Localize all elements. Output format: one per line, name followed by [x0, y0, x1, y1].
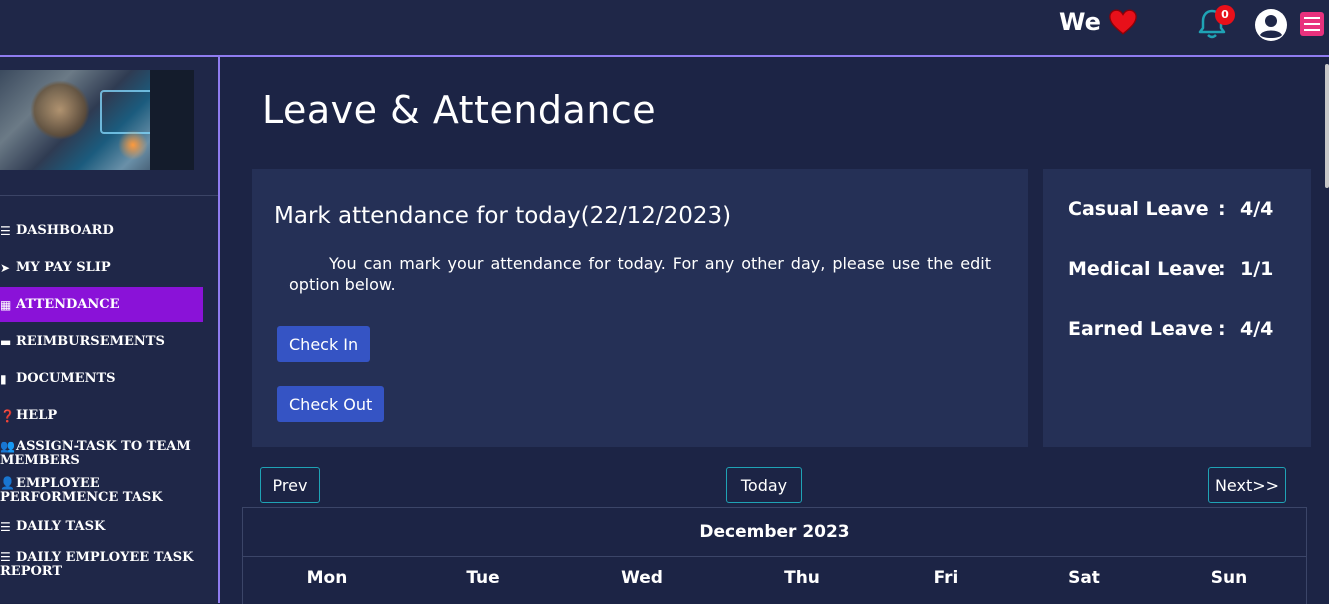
sidebar-item-label: DASHBOARD	[16, 223, 114, 238]
leave-label: Casual Leave	[1068, 198, 1209, 220]
brand: We	[1059, 8, 1137, 36]
sidebar-item-label: ATTENDANCE	[16, 296, 120, 312]
sidebar-item-label: ASSIGN-TASK TO TEAM MEMBERS	[0, 439, 191, 468]
hamburger-menu-button[interactable]	[1300, 12, 1324, 36]
leave-value: 4/4	[1240, 198, 1274, 220]
banner-decoration	[118, 130, 148, 160]
leave-row-medical: Medical Leave: 1/1	[1068, 258, 1273, 280]
hamburger-line	[1304, 17, 1320, 19]
sidebar: ☰ DASHBOARD ➤ MY PAY SLIP ▦ ATTENDANCE ▬…	[0, 57, 220, 603]
sidebar-item-assign-task[interactable]: 👥ASSIGN-TASK TO TEAM MEMBERS	[0, 439, 203, 468]
paper-plane-icon: ➤	[0, 261, 11, 275]
sidebar-item-documents[interactable]: ▮ DOCUMENTS	[0, 371, 203, 387]
weekday-header: Thu	[784, 568, 820, 588]
banner-decoration	[100, 90, 154, 134]
sidebar-item-daily-task[interactable]: ☰ DAILY TASK	[0, 519, 203, 535]
check-in-button[interactable]: Check In	[277, 326, 371, 362]
check-out-button[interactable]: Check Out	[277, 386, 385, 422]
leave-row-casual: Casual Leave:4/4	[1068, 198, 1273, 220]
attendance-card: Mark attendance for today(22/12/2023) Yo…	[252, 169, 1028, 447]
sidebar-item-label: DAILY TASK	[16, 519, 106, 534]
sidebar-item-label: HELP	[16, 408, 58, 423]
sidebar-item-label: DOCUMENTS	[16, 371, 116, 386]
calendar-icon: ▦	[0, 297, 12, 312]
hamburger-line	[1304, 23, 1320, 25]
user-edit-icon: 👤	[0, 476, 15, 490]
leave-separator: :	[1218, 318, 1226, 340]
list-check-icon: ☰	[0, 550, 11, 564]
sidebar-divider	[0, 195, 218, 196]
weekday-header: Mon	[306, 568, 348, 588]
file-icon: ▮	[0, 372, 7, 386]
notification-badge: 0	[1215, 5, 1235, 25]
sidebar-item-label: EMPLOYEE PERFORMENCE TASK	[0, 476, 163, 505]
credit-card-icon: ▬	[0, 335, 12, 349]
sidebar-item-daily-employee-task-report[interactable]: ☰ DAILY EMPLOYEE TASK REPORT	[0, 550, 203, 579]
top-navbar: We 0	[0, 0, 1329, 57]
sidebar-item-label: REIMBURSEMENTS	[16, 334, 165, 349]
brand-text: We	[1059, 8, 1101, 36]
hamburger-line	[1304, 29, 1320, 31]
sidebar-item-label: MY PAY SLIP	[16, 260, 111, 275]
leave-label: Medical Leave	[1068, 258, 1221, 280]
heart-icon	[1109, 9, 1137, 35]
attendance-description: You can mark your attendance for today. …	[289, 254, 991, 294]
bars-icon: ☰	[0, 224, 11, 238]
calendar-next-button[interactable]: Next>>	[1208, 467, 1286, 503]
calendar-today-button[interactable]: Today	[726, 467, 802, 503]
leave-value: 4/4	[1240, 318, 1274, 340]
leave-label: Earned Leave	[1068, 318, 1213, 340]
sidebar-item-employee-performence-task[interactable]: 👤EMPLOYEE PERFORMENCE TASK	[0, 476, 203, 505]
sidebar-item-dashboard[interactable]: ☰ DASHBOARD	[0, 223, 203, 239]
leave-balance-card: Casual Leave:4/4 Medical Leave: 1/1 Earne…	[1043, 169, 1311, 447]
users-icon: 👥	[0, 439, 15, 453]
weekday-header: Fri	[933, 568, 959, 588]
calendar-prev-button[interactable]: Prev	[260, 467, 320, 503]
sidebar-item-help[interactable]: ❓ HELP	[0, 408, 203, 424]
leave-separator: :	[1218, 198, 1226, 220]
page-title: Leave & Attendance	[262, 88, 657, 132]
leave-separator: :	[1218, 258, 1226, 280]
question-circle-icon: ❓	[0, 409, 15, 423]
user-avatar-icon[interactable]	[1254, 8, 1288, 42]
leave-value: 1/1	[1240, 258, 1274, 280]
weekday-header: Sat	[1068, 568, 1100, 588]
weekday-header: Wed	[621, 568, 663, 588]
list-check-icon: ☰	[0, 520, 11, 534]
sidebar-item-my-pay-slip[interactable]: ➤ MY PAY SLIP	[0, 260, 203, 276]
leave-row-earned: Earned Leave:4/4	[1068, 318, 1273, 340]
page-scrollbar-thumb[interactable]	[1325, 64, 1329, 188]
sidebar-item-reimbursements[interactable]: ▬ REIMBURSEMENTS	[0, 334, 203, 350]
sidebar-item-attendance[interactable]: ▦ ATTENDANCE	[0, 287, 203, 322]
weekday-header: Tue	[466, 568, 500, 588]
banner-decoration	[150, 70, 194, 170]
weekday-header: Sun	[1210, 568, 1248, 588]
calendar: December 2023 Mon Tue Wed Thu Fri Sat Su…	[242, 507, 1307, 604]
banner-decoration	[30, 80, 90, 140]
sidebar-item-label: DAILY EMPLOYEE TASK REPORT	[0, 550, 194, 579]
attendance-heading: Mark attendance for today(22/12/2023)	[274, 203, 732, 229]
sidebar-banner-image	[0, 70, 194, 170]
calendar-month-title: December 2023	[243, 508, 1306, 557]
